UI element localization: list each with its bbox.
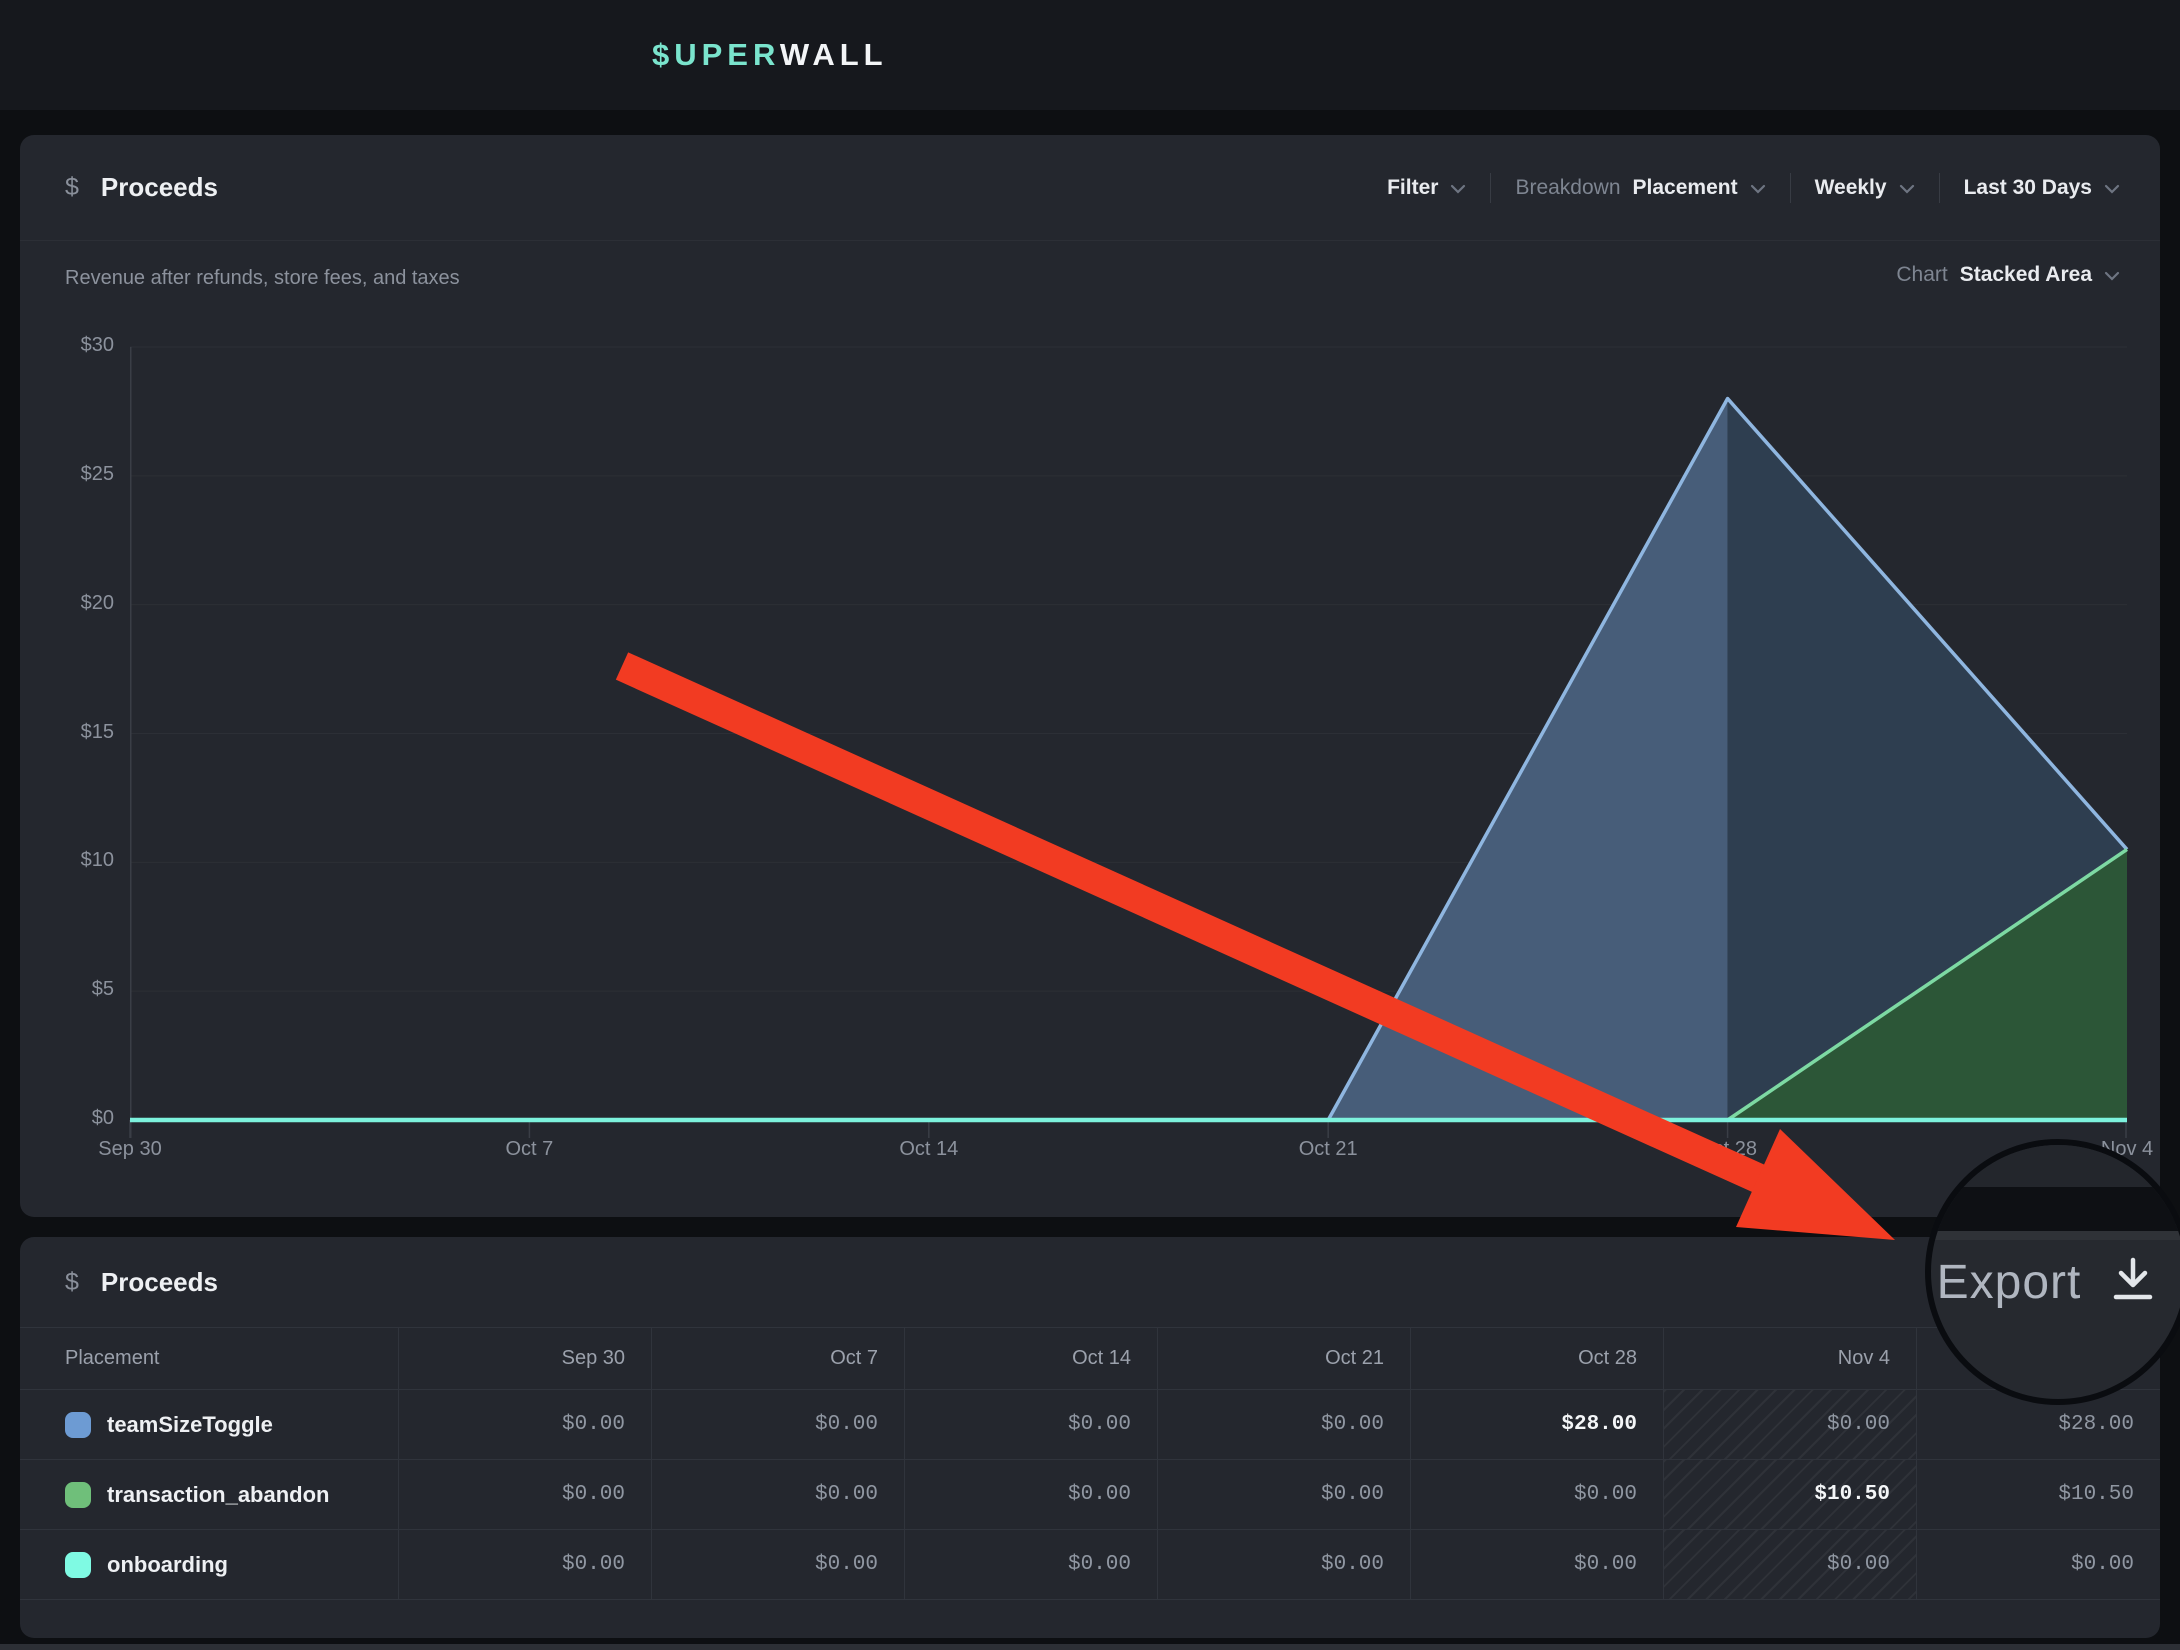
value-cell: $0.00 (1158, 1460, 1411, 1530)
placement-name: transaction_abandon (107, 1482, 329, 1508)
total-cell: $0.00 (1917, 1530, 2160, 1600)
logo-suffix: WALL (780, 37, 888, 72)
x-axis-label: Oct 14 (859, 1138, 999, 1161)
value-cell: $0.00 (652, 1390, 905, 1460)
series-color-swatch (65, 1412, 91, 1438)
column-header: Oct 21 (1158, 1327, 1411, 1390)
value-cell: $0.00 (652, 1530, 905, 1600)
interval-dropdown[interactable]: Weekly (1815, 176, 1915, 200)
value-cell: $10.50 (1664, 1460, 1917, 1530)
chart-plot-area (130, 347, 2127, 1142)
total-cell: $10.50 (1917, 1460, 2160, 1530)
chart-type-label: Chart (1896, 263, 1947, 287)
table-title: Proceeds (101, 1267, 218, 1298)
proceeds-table: PlacementSep 30Oct 7Oct 14Oct 21Oct 28No… (20, 1327, 2160, 1600)
value-cell: $0.00 (905, 1390, 1158, 1460)
value-cell: $0.00 (399, 1530, 652, 1600)
x-axis-label: Oct 28 (1658, 1138, 1798, 1161)
column-header: Sep 30 (399, 1327, 652, 1390)
cutoff-content-strip (0, 1644, 2180, 1650)
zoom-annotation-circle: Export (1925, 1139, 2180, 1405)
table-panel-header: $ Proceeds (20, 1237, 2160, 1327)
placement-name: onboarding (107, 1552, 228, 1578)
chart-type-value: Stacked Area (1960, 263, 2092, 287)
placement-cell: onboarding (20, 1530, 399, 1600)
breakdown-label: Breakdown (1515, 176, 1620, 200)
filter-label: Filter (1387, 176, 1438, 200)
chart-panel-header: $ Proceeds Filter Breakdown Placement We… (20, 135, 2160, 241)
proceeds-table-panel: $ Proceeds PlacementSep 30Oct 7Oct 14Oct… (20, 1237, 2160, 1638)
chart-subtitle: Revenue after refunds, store fees, and t… (65, 267, 460, 290)
value-cell: $0.00 (399, 1460, 652, 1530)
chevron-down-icon (2104, 263, 2120, 287)
value-cell: $0.00 (1411, 1530, 1664, 1600)
table-row: onboarding$0.00$0.00$0.00$0.00$0.00$0.00… (20, 1530, 2160, 1600)
superwall-logo[interactable]: $UPERWALL (652, 37, 888, 73)
value-cell: $0.00 (1411, 1460, 1664, 1530)
column-header: Oct 28 (1411, 1327, 1664, 1390)
divider (1939, 173, 1940, 203)
proceeds-chart-panel: $ Proceeds Filter Breakdown Placement We… (20, 135, 2160, 1217)
chevron-down-icon (1450, 176, 1466, 200)
logo-prefix: $UPER (652, 37, 780, 72)
y-axis-label: $20 (40, 592, 114, 615)
column-header: Oct 14 (905, 1327, 1158, 1390)
value-cell: $0.00 (399, 1390, 652, 1460)
interval-value: Weekly (1815, 176, 1887, 200)
value-cell: $0.00 (905, 1460, 1158, 1530)
y-axis-label: $25 (40, 463, 114, 486)
date-range-value: Last 30 Days (1964, 176, 2092, 200)
column-header: Placement (20, 1327, 399, 1390)
chevron-down-icon (1750, 176, 1766, 200)
y-axis-label: $5 (40, 978, 114, 1001)
chart-type-dropdown[interactable]: Chart Stacked Area (1896, 263, 2120, 287)
x-axis-label: Sep 30 (60, 1138, 200, 1161)
y-axis-label: $15 (40, 721, 114, 744)
breakdown-dropdown[interactable]: Breakdown Placement (1515, 176, 1765, 200)
export-button[interactable]: Export (1925, 1155, 2173, 1405)
value-cell: $0.00 (1664, 1390, 1917, 1460)
value-cell: $0.00 (905, 1530, 1158, 1600)
x-axis-label: Oct 21 (1258, 1138, 1398, 1161)
table-row: teamSizeToggle$0.00$0.00$0.00$0.00$28.00… (20, 1390, 2160, 1460)
table-header-row: PlacementSep 30Oct 7Oct 14Oct 21Oct 28No… (20, 1327, 2160, 1390)
column-header: Nov 4 (1664, 1327, 1917, 1390)
y-axis-label: $0 (40, 1107, 114, 1130)
chevron-down-icon (1899, 176, 1915, 200)
dollar-icon: $ (65, 1268, 79, 1297)
download-icon (2111, 1256, 2155, 1309)
series-color-swatch (65, 1552, 91, 1578)
chevron-down-icon (2104, 176, 2120, 200)
x-axis-label: Oct 7 (459, 1138, 599, 1161)
divider (1490, 173, 1491, 203)
placement-cell: teamSizeToggle (20, 1390, 399, 1460)
column-header: Oct 7 (652, 1327, 905, 1390)
value-cell: $0.00 (1158, 1390, 1411, 1460)
filter-dropdown[interactable]: Filter (1387, 176, 1466, 200)
page-title: Proceeds (101, 172, 218, 203)
divider (1790, 173, 1791, 203)
topbar: $UPERWALL (0, 0, 2180, 110)
breakdown-value: Placement (1633, 176, 1738, 200)
dollar-icon: $ (65, 173, 79, 202)
placement-name: teamSizeToggle (107, 1412, 273, 1438)
y-axis-label: $30 (40, 334, 114, 357)
y-axis-label: $10 (40, 849, 114, 872)
value-cell: $0.00 (652, 1460, 905, 1530)
export-label: Export (1937, 1255, 2082, 1310)
table-row: transaction_abandon$0.00$0.00$0.00$0.00$… (20, 1460, 2160, 1530)
value-cell: $0.00 (1158, 1530, 1411, 1600)
series-color-swatch (65, 1482, 91, 1508)
date-range-dropdown[interactable]: Last 30 Days (1964, 176, 2120, 200)
value-cell: $28.00 (1411, 1390, 1664, 1460)
value-cell: $0.00 (1664, 1530, 1917, 1600)
placement-cell: transaction_abandon (20, 1460, 399, 1530)
